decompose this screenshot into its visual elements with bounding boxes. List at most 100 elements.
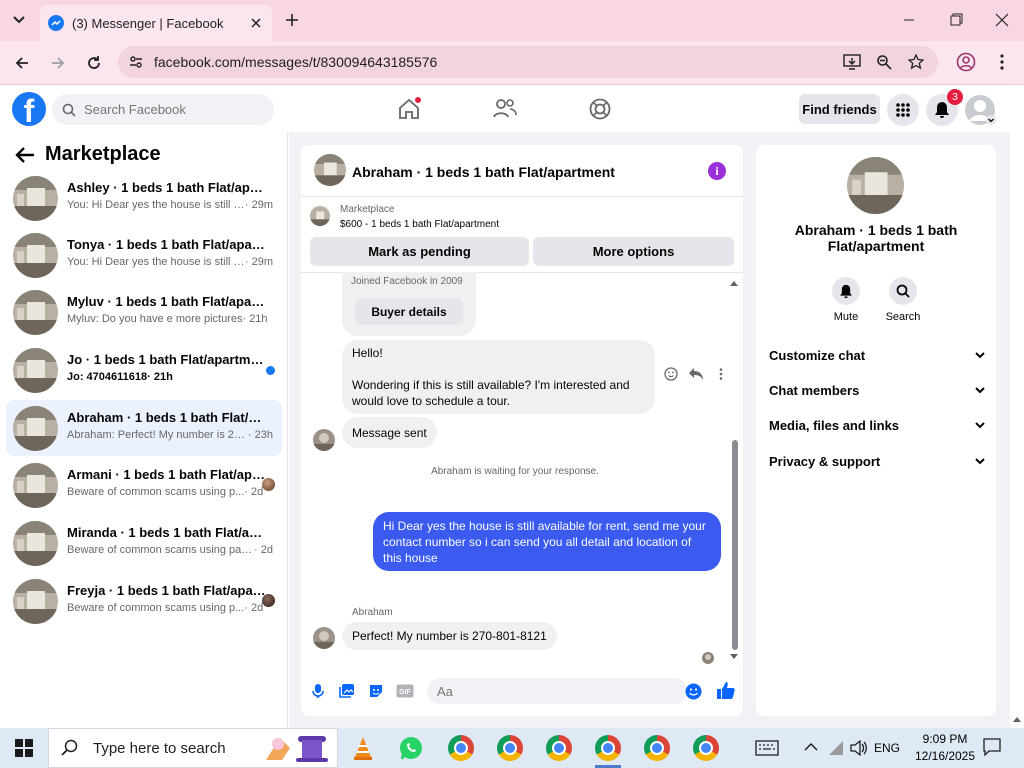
message-composer[interactable] (427, 678, 687, 704)
site-info-icon[interactable] (128, 54, 144, 70)
account-avatar[interactable] (964, 94, 996, 126)
tray-chevron-up-icon[interactable] (804, 742, 818, 752)
tab-search-dropdown-icon[interactable] (8, 9, 30, 31)
scroll-down-icon[interactable] (729, 653, 739, 661)
search-icon (61, 739, 79, 757)
incoming-message[interactable]: Hello! Wondering if this is still availa… (342, 340, 655, 414)
conversation-item[interactable]: Jo · 1 beds 1 bath Flat/apartment Jo: 47… (6, 342, 282, 398)
keyboard-tray-icon[interactable] (755, 740, 779, 756)
sticker-icon[interactable] (368, 683, 384, 699)
profile-icon[interactable] (954, 50, 978, 74)
language-indicator[interactable]: ENG (874, 741, 900, 755)
conversation-item[interactable]: Ashley · 1 beds 1 bath Flat/apartm... Yo… (6, 170, 282, 226)
sender-avatar[interactable] (313, 429, 335, 451)
chat-avatar[interactable] (314, 154, 346, 186)
more-options-button[interactable]: More options (533, 237, 734, 266)
volume-icon[interactable] (850, 740, 868, 756)
message-input[interactable] (437, 683, 667, 699)
conversation-item[interactable]: Freyja · 1 beds 1 bath Flat/apart... Bew… (6, 573, 282, 629)
conversation-item[interactable]: Tonya · 1 beds 1 bath Flat/apartment You… (6, 227, 282, 283)
seen-avatar (702, 652, 714, 664)
gif-icon[interactable]: GIF (396, 684, 414, 698)
conversation-name: Miranda · 1 beds 1 bath Flat/apart... (67, 525, 267, 540)
new-tab-icon[interactable] (282, 10, 302, 30)
bookmark-star-icon[interactable] (904, 50, 928, 74)
install-app-icon[interactable] (840, 50, 864, 74)
home-nav-icon[interactable] (396, 96, 422, 122)
vlc-app-icon[interactable] (342, 731, 384, 765)
listing-thumbnail[interactable] (310, 206, 330, 226)
conversation-item[interactable]: Miranda · 1 beds 1 bath Flat/apart... Be… (6, 515, 282, 571)
menu-grid-icon[interactable] (887, 94, 919, 126)
browser-menu-icon[interactable] (990, 50, 1014, 74)
chat-members-row[interactable]: Chat members (769, 379, 985, 401)
reply-icon[interactable] (688, 367, 704, 381)
details-avatar[interactable] (847, 157, 904, 214)
windows-start-icon[interactable] (0, 728, 48, 768)
back-icon[interactable] (10, 51, 34, 75)
mark-as-pending-button[interactable]: Mark as pending (310, 237, 529, 266)
preview-time: · 2d (244, 602, 264, 614)
listing-avatar (13, 463, 58, 508)
network-icon[interactable] (828, 740, 844, 756)
page-scrollbar[interactable] (1010, 86, 1024, 728)
back-arrow-icon[interactable] (14, 145, 36, 165)
messenger-favicon-icon (48, 15, 64, 31)
mute-action[interactable]: Mute (821, 277, 871, 323)
thumbs-up-icon[interactable] (716, 681, 735, 700)
emoji-icon[interactable] (685, 683, 702, 700)
conversation-item[interactable]: Myluv · 1 beds 1 bath Flat/apartment Myl… (6, 284, 282, 340)
facebook-search[interactable] (52, 94, 274, 125)
incoming-message[interactable]: Message sent (342, 417, 437, 448)
browser-tab[interactable]: (3) Messenger | Facebook (40, 5, 272, 41)
chrome-app-icon[interactable] (636, 731, 678, 765)
reload-icon[interactable] (82, 51, 106, 75)
customize-chat-row[interactable]: Customize chat (769, 344, 985, 366)
conversation-item[interactable]: Armani · 1 beds 1 bath Flat/apar... Bewa… (6, 457, 282, 513)
chrome-app-icon[interactable] (489, 731, 531, 765)
conversation-info-icon[interactable]: i (708, 162, 726, 180)
privacy-support-row[interactable]: Privacy & support (769, 450, 985, 472)
search-action[interactable]: Search (878, 277, 928, 323)
sender-avatar[interactable] (313, 627, 335, 649)
outgoing-message[interactable]: Hi Dear yes the house is still available… (373, 512, 721, 571)
whatsapp-app-icon[interactable] (390, 731, 432, 765)
media-files-links-row[interactable]: Media, files and links (769, 414, 985, 436)
listing-price[interactable]: $600 - 1 beds 1 bath Flat/apartment (340, 219, 499, 230)
chat-scrollbar[interactable] (732, 440, 738, 650)
chat-title[interactable]: Abraham · 1 beds 1 bath Flat/apartment (352, 164, 615, 180)
chrome-app-icon-active[interactable] (587, 731, 629, 768)
voice-clip-icon[interactable] (311, 683, 325, 699)
conversation-item-active[interactable]: Abraham · 1 beds 1 bath Flat/apart... Ab… (6, 400, 282, 456)
clock[interactable]: 9:09 PM 12/16/2025 (905, 731, 985, 765)
gaming-nav-icon[interactable] (588, 97, 612, 121)
conversation-preview: Beware of common scams using pay... · 2d (67, 544, 273, 556)
scroll-up-icon[interactable] (729, 279, 739, 287)
window-minimize-icon[interactable] (895, 10, 923, 30)
notification-center-icon[interactable] (983, 738, 1001, 756)
facebook-logo-icon[interactable]: f (12, 92, 46, 126)
zoom-icon[interactable] (872, 50, 896, 74)
chrome-app-icon[interactable] (440, 731, 482, 765)
waiting-notice: Abraham is waiting for your response. (431, 466, 599, 477)
conversation-preview: You: Hi Dear yes the house is still av..… (67, 199, 273, 211)
address-bar[interactable]: facebook.com/messages/t/830094643185576 (118, 46, 938, 78)
buyer-details-button[interactable]: Buyer details (355, 298, 463, 325)
incoming-message[interactable]: Perfect! My number is 270-801-8121 (342, 622, 557, 650)
search-input[interactable] (84, 102, 264, 117)
photo-attach-icon[interactable] (339, 683, 355, 699)
preview-text: Myluv: Do you have e more pictures (67, 313, 243, 325)
more-vertical-icon[interactable] (714, 367, 728, 381)
find-friends-button[interactable]: Find friends (799, 94, 880, 124)
forward-icon[interactable] (46, 51, 70, 75)
friends-nav-icon[interactable] (492, 97, 518, 121)
chrome-app-icon[interactable] (538, 731, 580, 765)
preview-time: · 29m (244, 256, 273, 268)
chrome-app-icon[interactable] (685, 731, 727, 765)
window-restore-icon[interactable] (942, 10, 970, 30)
tab-close-icon[interactable] (248, 15, 264, 31)
search-highlight-image (258, 730, 334, 766)
window-close-icon[interactable] (988, 10, 1016, 30)
react-smiley-icon[interactable] (664, 367, 678, 381)
url-text: facebook.com/messages/t/830094643185576 (154, 54, 438, 70)
